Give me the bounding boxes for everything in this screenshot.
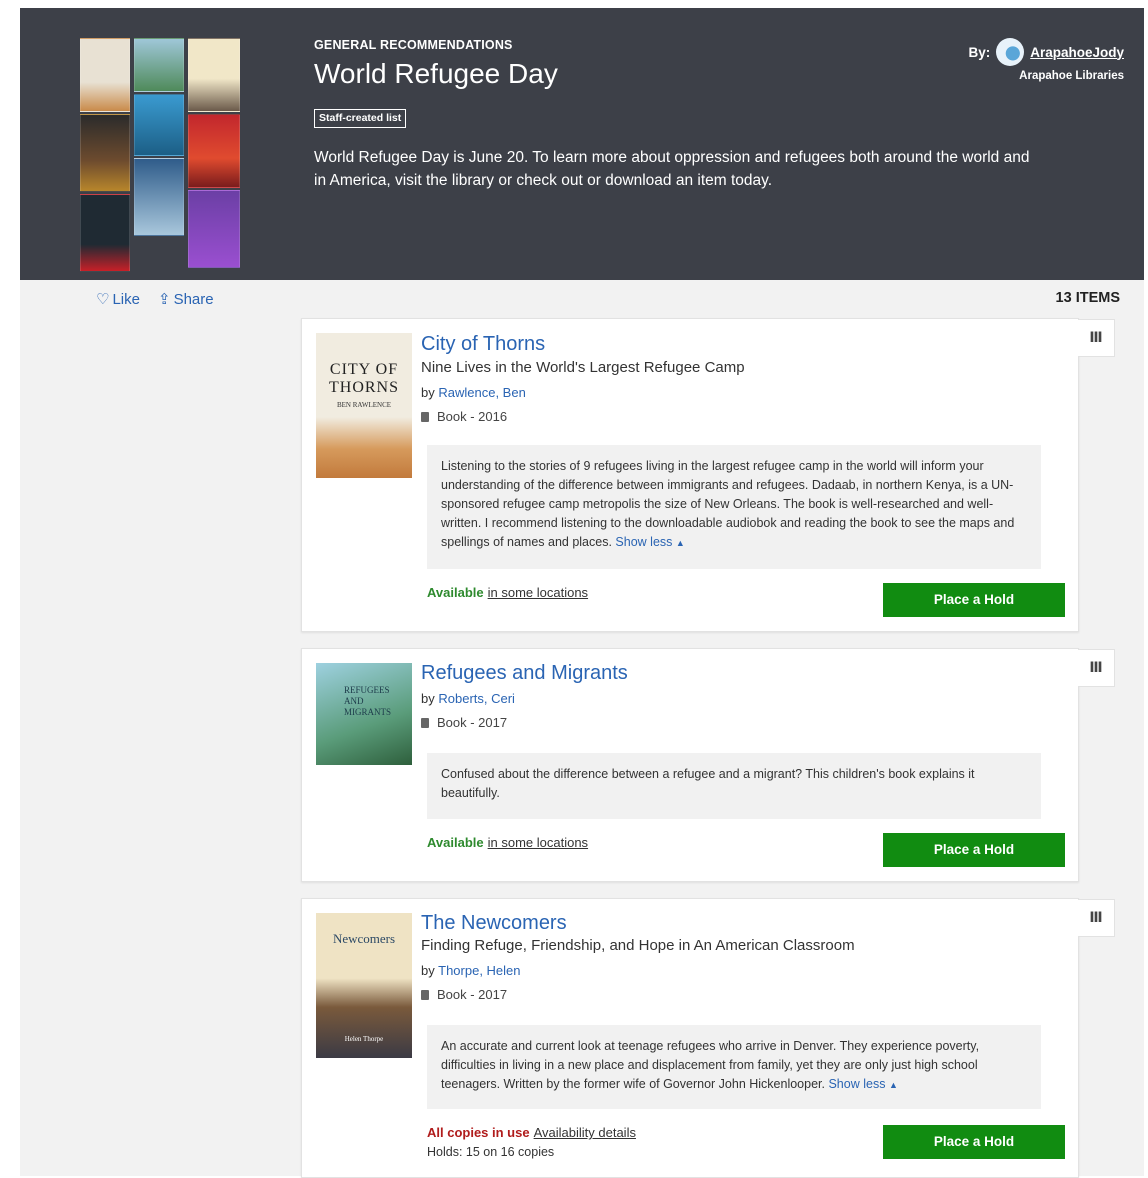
book-cover[interactable]: REFUGEES AND MIGRANTS	[316, 663, 412, 765]
item-author: by Thorpe, Helen	[421, 963, 521, 978]
by-label: by	[421, 963, 435, 978]
place-hold-button[interactable]: Place a Hold	[883, 833, 1065, 867]
caret-up-icon: ▲	[888, 1080, 898, 1090]
availability: Available in some locations	[427, 835, 588, 850]
author-organization: Arapahoe Libraries	[1019, 70, 1124, 82]
by-label: by	[421, 691, 435, 706]
collage-cover-6	[188, 114, 240, 188]
show-less-link[interactable]: Show less	[615, 535, 672, 549]
item-count: 13 ITEMS	[1055, 290, 1120, 306]
item-format: Book - 2016	[421, 409, 507, 424]
list-item: Ⅲ Newcomers Helen Thorpe The Newcomers F…	[301, 898, 1115, 1178]
collage-cover-1	[80, 38, 130, 112]
cover-author: BEN RAWLENCE	[336, 401, 392, 409]
book-icon	[421, 412, 429, 422]
collage-cover-8	[80, 194, 130, 272]
collage-cover-7	[134, 158, 184, 236]
list-item: Ⅲ CITY OF THORNS BEN RAWLENCE City of Th…	[301, 318, 1115, 632]
item-author: by Rawlence, Ben	[421, 385, 526, 400]
list-actions: ♡ Like ⇪ Share	[96, 290, 214, 308]
note-text: An accurate and current look at teenage …	[441, 1039, 980, 1091]
book-icon	[421, 718, 429, 728]
item-author: by Roberts, Ceri	[421, 691, 515, 706]
note-text: Confused about the difference between a …	[441, 767, 975, 800]
author-link[interactable]: Rawlence, Ben	[438, 385, 525, 400]
availability-details-link[interactable]: Availability details	[534, 1125, 636, 1140]
shelf-icon[interactable]: Ⅲ	[1078, 649, 1115, 687]
item-note: Listening to the stories of 9 refugees l…	[427, 445, 1041, 569]
item-note: Confused about the difference between a …	[427, 753, 1041, 819]
book-cover[interactable]: Newcomers Helen Thorpe	[316, 913, 412, 1058]
page-title: World Refugee Day	[314, 58, 558, 89]
availability: All copies in use Availability details	[427, 1125, 636, 1140]
format-label: Book - 2016	[437, 409, 508, 424]
item-title-link[interactable]: City of Thorns	[421, 333, 545, 356]
item-subtitle: Finding Refuge, Friendship, and Hope in …	[421, 937, 855, 954]
author-link[interactable]: Roberts, Ceri	[438, 691, 515, 706]
item-title-link[interactable]: The Newcomers	[421, 912, 567, 935]
like-button[interactable]: ♡ Like	[96, 290, 140, 308]
availability-link[interactable]: in some locations	[488, 585, 588, 600]
author-link[interactable]: ArapahoeJody	[1030, 45, 1124, 60]
book-icon	[421, 990, 429, 1000]
item-format: Book - 2017	[421, 715, 507, 730]
cover-collage	[80, 38, 240, 272]
cover-title: CITY OF THORNS	[328, 361, 399, 396]
author-link[interactable]: Thorpe, Helen	[438, 963, 520, 978]
cover-author: Helen Thorpe	[344, 1035, 384, 1043]
collage-cover-2	[134, 38, 184, 92]
by-label: By:	[968, 44, 991, 60]
like-label: Like	[112, 291, 140, 308]
book-cover[interactable]: CITY OF THORNS BEN RAWLENCE	[316, 333, 412, 478]
collage-cover-9	[188, 190, 240, 268]
collage-cover-4	[134, 94, 184, 156]
heart-icon: ♡	[96, 291, 110, 308]
format-label: Book - 2017	[437, 987, 508, 1002]
format-label: Book - 2017	[437, 715, 508, 730]
item-format: Book - 2017	[421, 987, 507, 1002]
availability-status: Available	[427, 835, 484, 850]
show-less-link[interactable]: Show less	[828, 1077, 885, 1091]
item-subtitle: Nine Lives in the World's Largest Refuge…	[421, 359, 745, 376]
by-label: by	[421, 385, 435, 400]
shelf-icon[interactable]: Ⅲ	[1078, 899, 1115, 937]
list-type-badge: Staff-created list	[314, 109, 407, 128]
share-label: Share	[173, 291, 214, 308]
share-button[interactable]: ⇪ Share	[158, 290, 214, 308]
availability-status: Available	[427, 585, 484, 600]
list-header: GENERAL RECOMMENDATIONS World Refugee Da…	[20, 8, 1144, 280]
shelf-icon[interactable]: Ⅲ	[1078, 319, 1115, 357]
note-text: Listening to the stories of 9 refugees l…	[441, 459, 1015, 549]
list-category: GENERAL RECOMMENDATIONS	[314, 38, 513, 52]
caret-up-icon: ▲	[675, 538, 685, 548]
place-hold-button[interactable]: Place a Hold	[883, 583, 1065, 617]
list-author: By: ArapahoeJody	[968, 38, 1124, 66]
availability-link[interactable]: in some locations	[488, 835, 588, 850]
share-icon: ⇪	[157, 291, 171, 308]
collage-cover-5	[80, 114, 130, 192]
list-item: Ⅲ REFUGEES AND MIGRANTS Refugees and Mig…	[301, 648, 1115, 882]
list-page: GENERAL RECOMMENDATIONS World Refugee Da…	[20, 8, 1144, 1178]
cover-title: REFUGEES AND MIGRANTS	[344, 685, 392, 717]
avatar[interactable]	[996, 38, 1025, 66]
holds-count: Holds: 15 on 16 copies	[427, 1145, 555, 1159]
item-note: An accurate and current look at teenage …	[427, 1025, 1041, 1109]
cover-title: Newcomers	[332, 931, 396, 946]
item-title-link[interactable]: Refugees and Migrants	[421, 662, 628, 685]
list-description: World Refugee Day is June 20. To learn m…	[314, 149, 1030, 189]
collage-cover-3	[188, 38, 240, 112]
place-hold-button[interactable]: Place a Hold	[883, 1125, 1065, 1159]
availability: Available in some locations	[427, 585, 588, 600]
availability-status: All copies in use	[427, 1125, 530, 1140]
